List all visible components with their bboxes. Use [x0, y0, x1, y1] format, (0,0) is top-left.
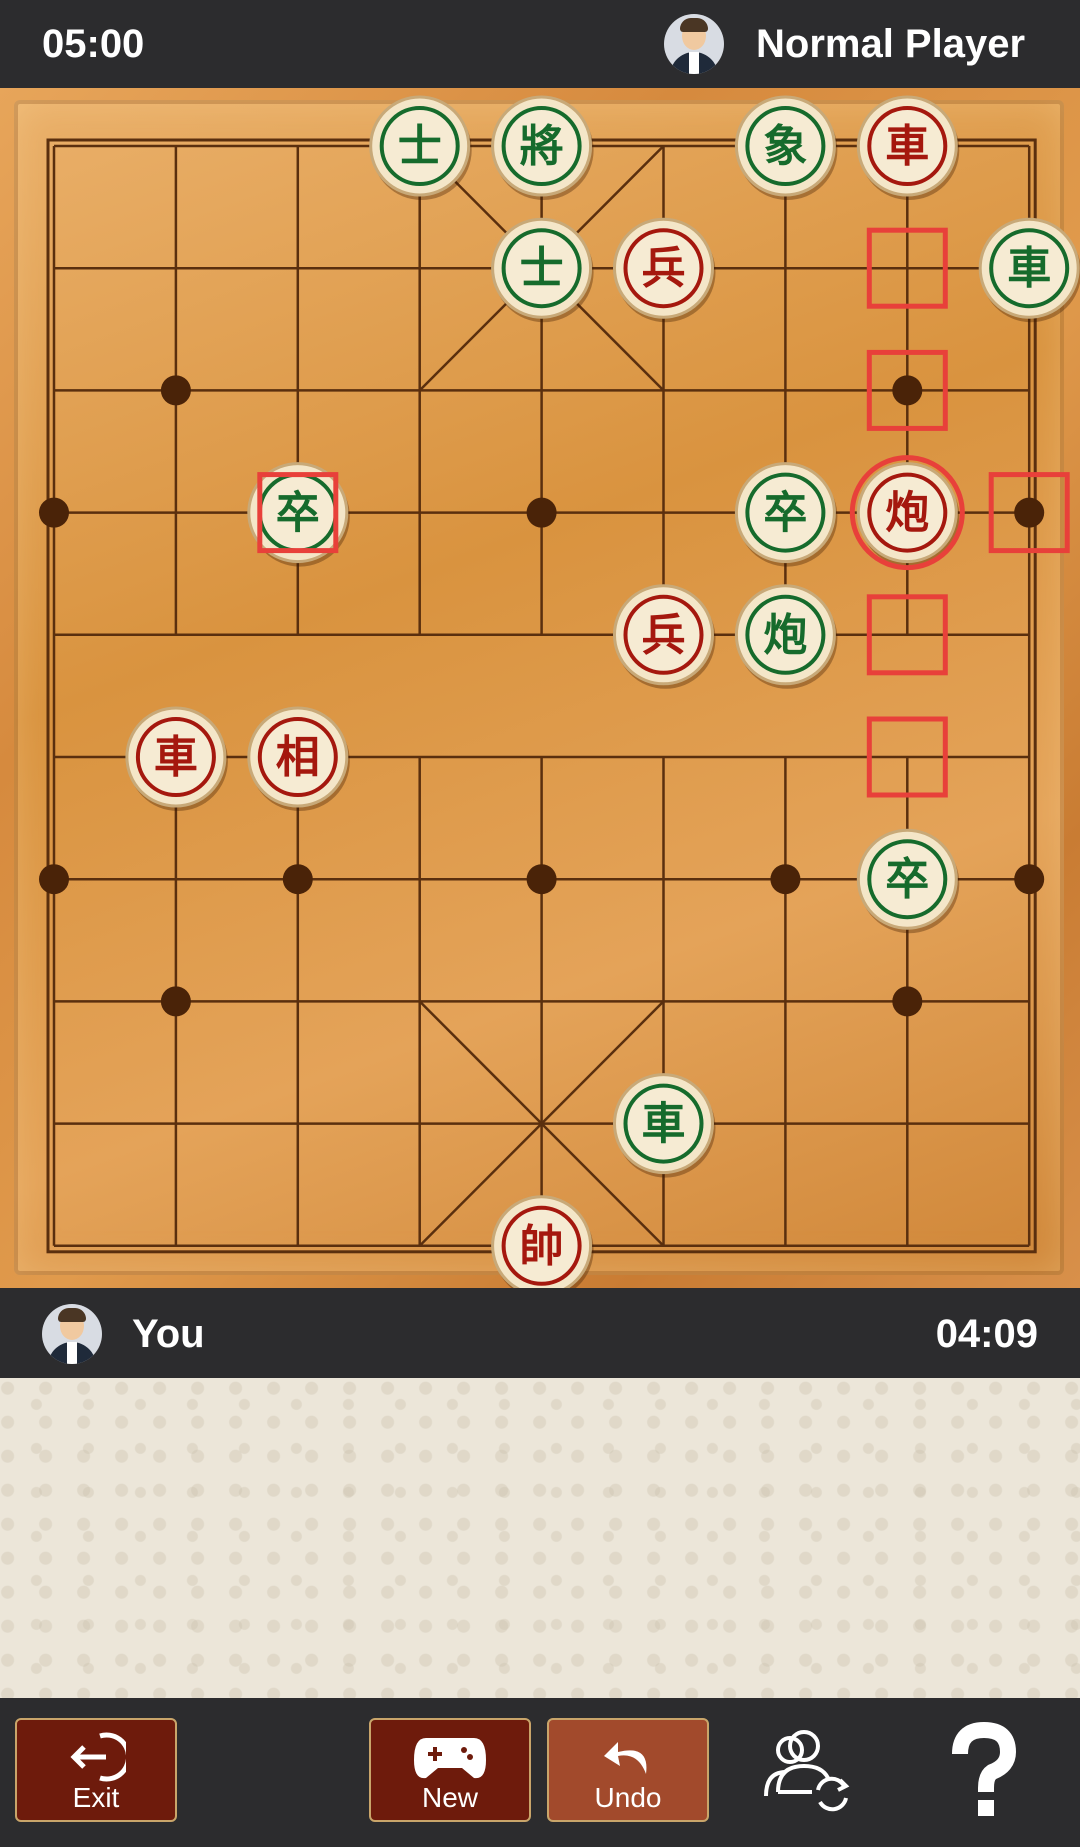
pieces: 士將象車士兵車卒卒炮兵 炮車 相卒車帥 — [125, 95, 1080, 1288]
piece-label: 卒 — [763, 488, 807, 539]
xiangqi-board[interactable]: 士將象車士兵車卒卒炮兵 炮車 相卒車帥 — [0, 88, 1080, 1288]
piece-label: 相 — [276, 732, 320, 783]
switch-players-icon — [764, 1730, 850, 1812]
gamepad-icon — [414, 1738, 486, 1779]
bottom-toolbar: Exit New Undo — [0, 1698, 1080, 1847]
board-dot — [160, 375, 191, 406]
piece-label: 車 — [642, 1099, 686, 1150]
piece-green[interactable]: 卒 — [856, 828, 960, 934]
player-timer: 04:09 — [935, 1312, 1038, 1356]
piece-label: 士 — [398, 121, 442, 172]
piece-green[interactable]: 炮 — [734, 584, 838, 689]
piece-red[interactable]: 炮 — [849, 455, 965, 571]
undo-button[interactable]: Undo — [547, 1718, 709, 1822]
avatar-icon — [664, 14, 724, 74]
board-dot — [770, 864, 801, 895]
exit-label: Exit — [72, 1782, 120, 1813]
board-dot — [526, 864, 557, 895]
piece-green[interactable]: 車 — [613, 1073, 716, 1178]
piece-green[interactable]: 士 — [369, 95, 472, 200]
undo-icon — [604, 1742, 647, 1774]
piece-green[interactable]: 象 — [734, 95, 838, 200]
help-button[interactable] — [928, 1720, 1038, 1824]
piece-green[interactable]: 卒 — [734, 462, 838, 567]
game-board-area[interactable]: 士將象車士兵車卒卒炮兵炮車相卒車帥 — [0, 88, 1080, 1288]
piece-red[interactable]: 帥 — [491, 1195, 594, 1288]
board-dot — [1014, 497, 1045, 528]
undo-label: Undo — [594, 1782, 662, 1813]
piece-red[interactable]: 車 — [125, 706, 228, 811]
avatar-icon — [42, 1304, 102, 1364]
piece-label: 車 — [1007, 243, 1051, 294]
piece-label: 將 — [520, 121, 564, 172]
captured-pieces-tray — [0, 1378, 1080, 1698]
board-dot — [892, 986, 923, 1017]
piece-label: 炮 — [763, 610, 807, 661]
opponent-timer: 05:00 — [42, 22, 145, 66]
new-label: New — [421, 1782, 478, 1813]
piece-green[interactable]: 士 — [491, 217, 594, 323]
piece-green[interactable]: 將 — [491, 95, 594, 200]
piece-label: 卒 — [885, 854, 929, 905]
exit-button[interactable]: Exit — [15, 1718, 177, 1822]
help-icon — [952, 1721, 1017, 1816]
board-dot — [160, 986, 191, 1017]
piece-label: 帥 — [520, 1221, 564, 1272]
exit-icon — [70, 1732, 126, 1782]
piece-label: 卒 — [276, 488, 320, 539]
bottom-player-bar: You 04:09 — [0, 1288, 1080, 1378]
board-dot — [892, 375, 923, 406]
board-dot — [39, 864, 69, 895]
piece-red[interactable]: 兵 — [613, 584, 716, 689]
piece-label: 車 — [154, 732, 198, 783]
piece-label: 象 — [763, 121, 807, 172]
piece-red[interactable]: 相 — [247, 706, 350, 811]
player-name: You — [132, 1312, 205, 1356]
piece-label: 兵 — [642, 243, 686, 294]
board-dot — [39, 497, 69, 528]
piece-label: 炮 — [885, 488, 929, 539]
piece-label: 士 — [520, 243, 564, 294]
switch-players-button[interactable] — [752, 1720, 862, 1824]
piece-green[interactable]: 車 — [978, 217, 1080, 323]
board-dot — [526, 497, 557, 528]
board-dot — [282, 864, 313, 895]
board-dot — [1014, 864, 1045, 895]
new-game-button[interactable]: New — [369, 1718, 531, 1822]
piece-label: 兵 — [642, 610, 686, 661]
opponent-name: Normal Player — [756, 22, 1026, 66]
piece-red[interactable]: 兵 — [613, 217, 716, 323]
piece-label: 車 — [885, 121, 929, 172]
top-player-bar: 05:00 Normal Player — [0, 0, 1080, 88]
piece-red[interactable]: 車 — [856, 95, 960, 200]
